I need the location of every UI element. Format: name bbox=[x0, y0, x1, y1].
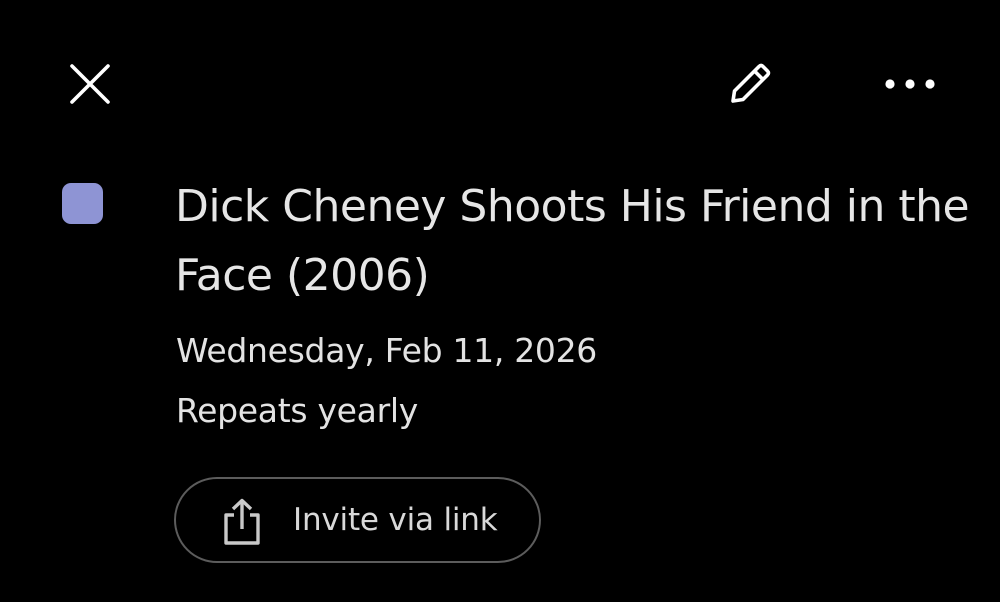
event-color-swatch bbox=[62, 183, 103, 224]
pencil-icon bbox=[731, 63, 771, 103]
event-recurrence: Repeats yearly bbox=[176, 391, 418, 430]
event-date: Wednesday, Feb 11, 2026 bbox=[176, 331, 598, 370]
close-icon bbox=[70, 64, 110, 104]
share-icon bbox=[224, 498, 260, 545]
more-options-button[interactable] bbox=[878, 52, 942, 116]
edit-button[interactable] bbox=[718, 52, 782, 116]
invite-button-label: Invite via link bbox=[293, 502, 498, 538]
event-title: Dick Cheney Shoots His Friend in the Fac… bbox=[175, 181, 970, 301]
more-horizontal-icon bbox=[885, 79, 935, 89]
close-button[interactable] bbox=[58, 52, 122, 116]
invite-via-link-button[interactable]: Invite via link bbox=[174, 477, 541, 563]
event-details-screen: { "toolbar": { "close_icon": "close-icon… bbox=[0, 0, 1000, 602]
